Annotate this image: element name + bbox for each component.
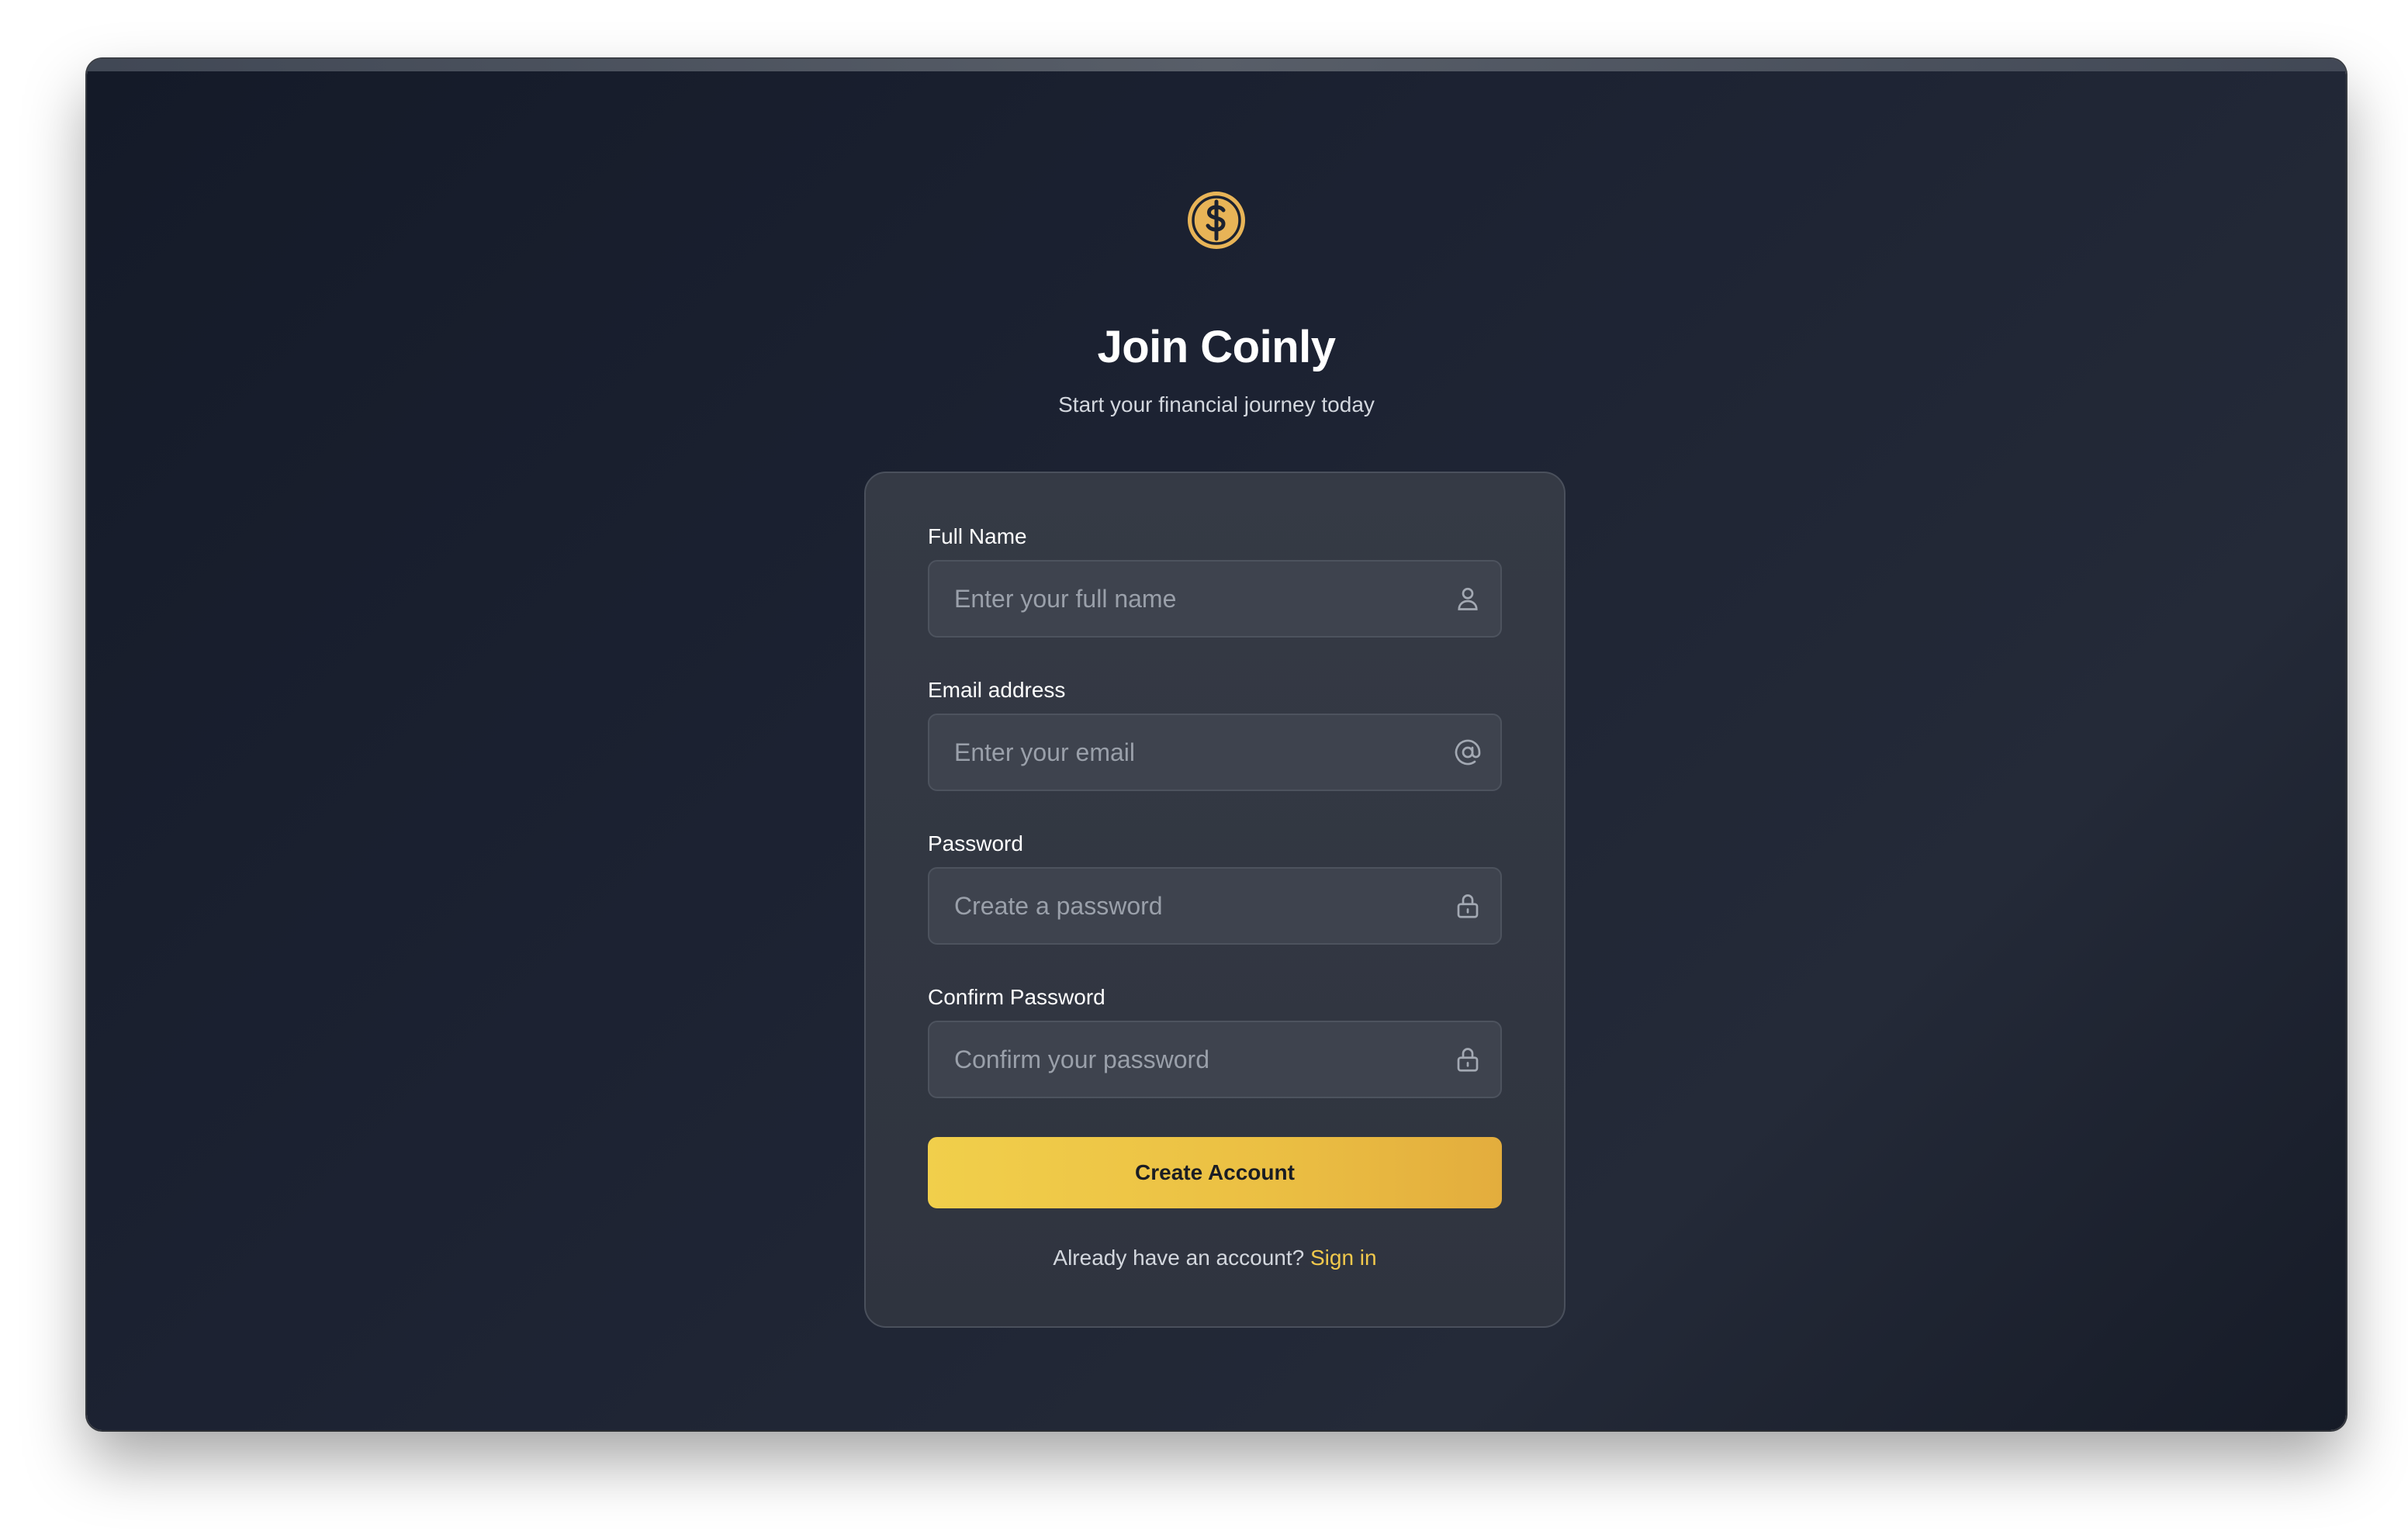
- confirm-password-field[interactable]: [928, 1021, 1502, 1098]
- full-name-label: Full Name: [928, 524, 1027, 548]
- signup-card: Full Name Email address Password: [864, 472, 1566, 1328]
- at-sign-icon: [1455, 739, 1481, 766]
- create-account-button[interactable]: Create Account: [928, 1137, 1502, 1208]
- sign-in-link[interactable]: Sign in: [1310, 1246, 1377, 1270]
- password-field[interactable]: [928, 867, 1502, 945]
- full-name-input[interactable]: [929, 562, 1410, 636]
- email-field[interactable]: [928, 714, 1502, 791]
- password-input[interactable]: [929, 869, 1410, 943]
- email-input[interactable]: [929, 715, 1410, 790]
- signin-prompt: Already have an account? Sign in: [866, 1246, 1564, 1270]
- lock-icon: [1457, 894, 1479, 918]
- signin-prompt-text: Already have an account?: [1053, 1246, 1305, 1270]
- full-name-field[interactable]: [928, 560, 1502, 638]
- password-label: Password: [928, 831, 1023, 855]
- confirm-password-label: Confirm Password: [928, 985, 1105, 1009]
- user-icon: [1458, 587, 1478, 610]
- app-window: Join Coinly Start your financial journey…: [87, 59, 2346, 1430]
- page-title: Join Coinly: [1097, 322, 1336, 372]
- dollar-coin-icon: [1185, 189, 1247, 251]
- confirm-password-input[interactable]: [929, 1022, 1410, 1097]
- lock-icon: [1457, 1048, 1479, 1072]
- email-label: Email address: [928, 678, 1066, 702]
- page-subtitle: Start your financial journey today: [1058, 392, 1375, 416]
